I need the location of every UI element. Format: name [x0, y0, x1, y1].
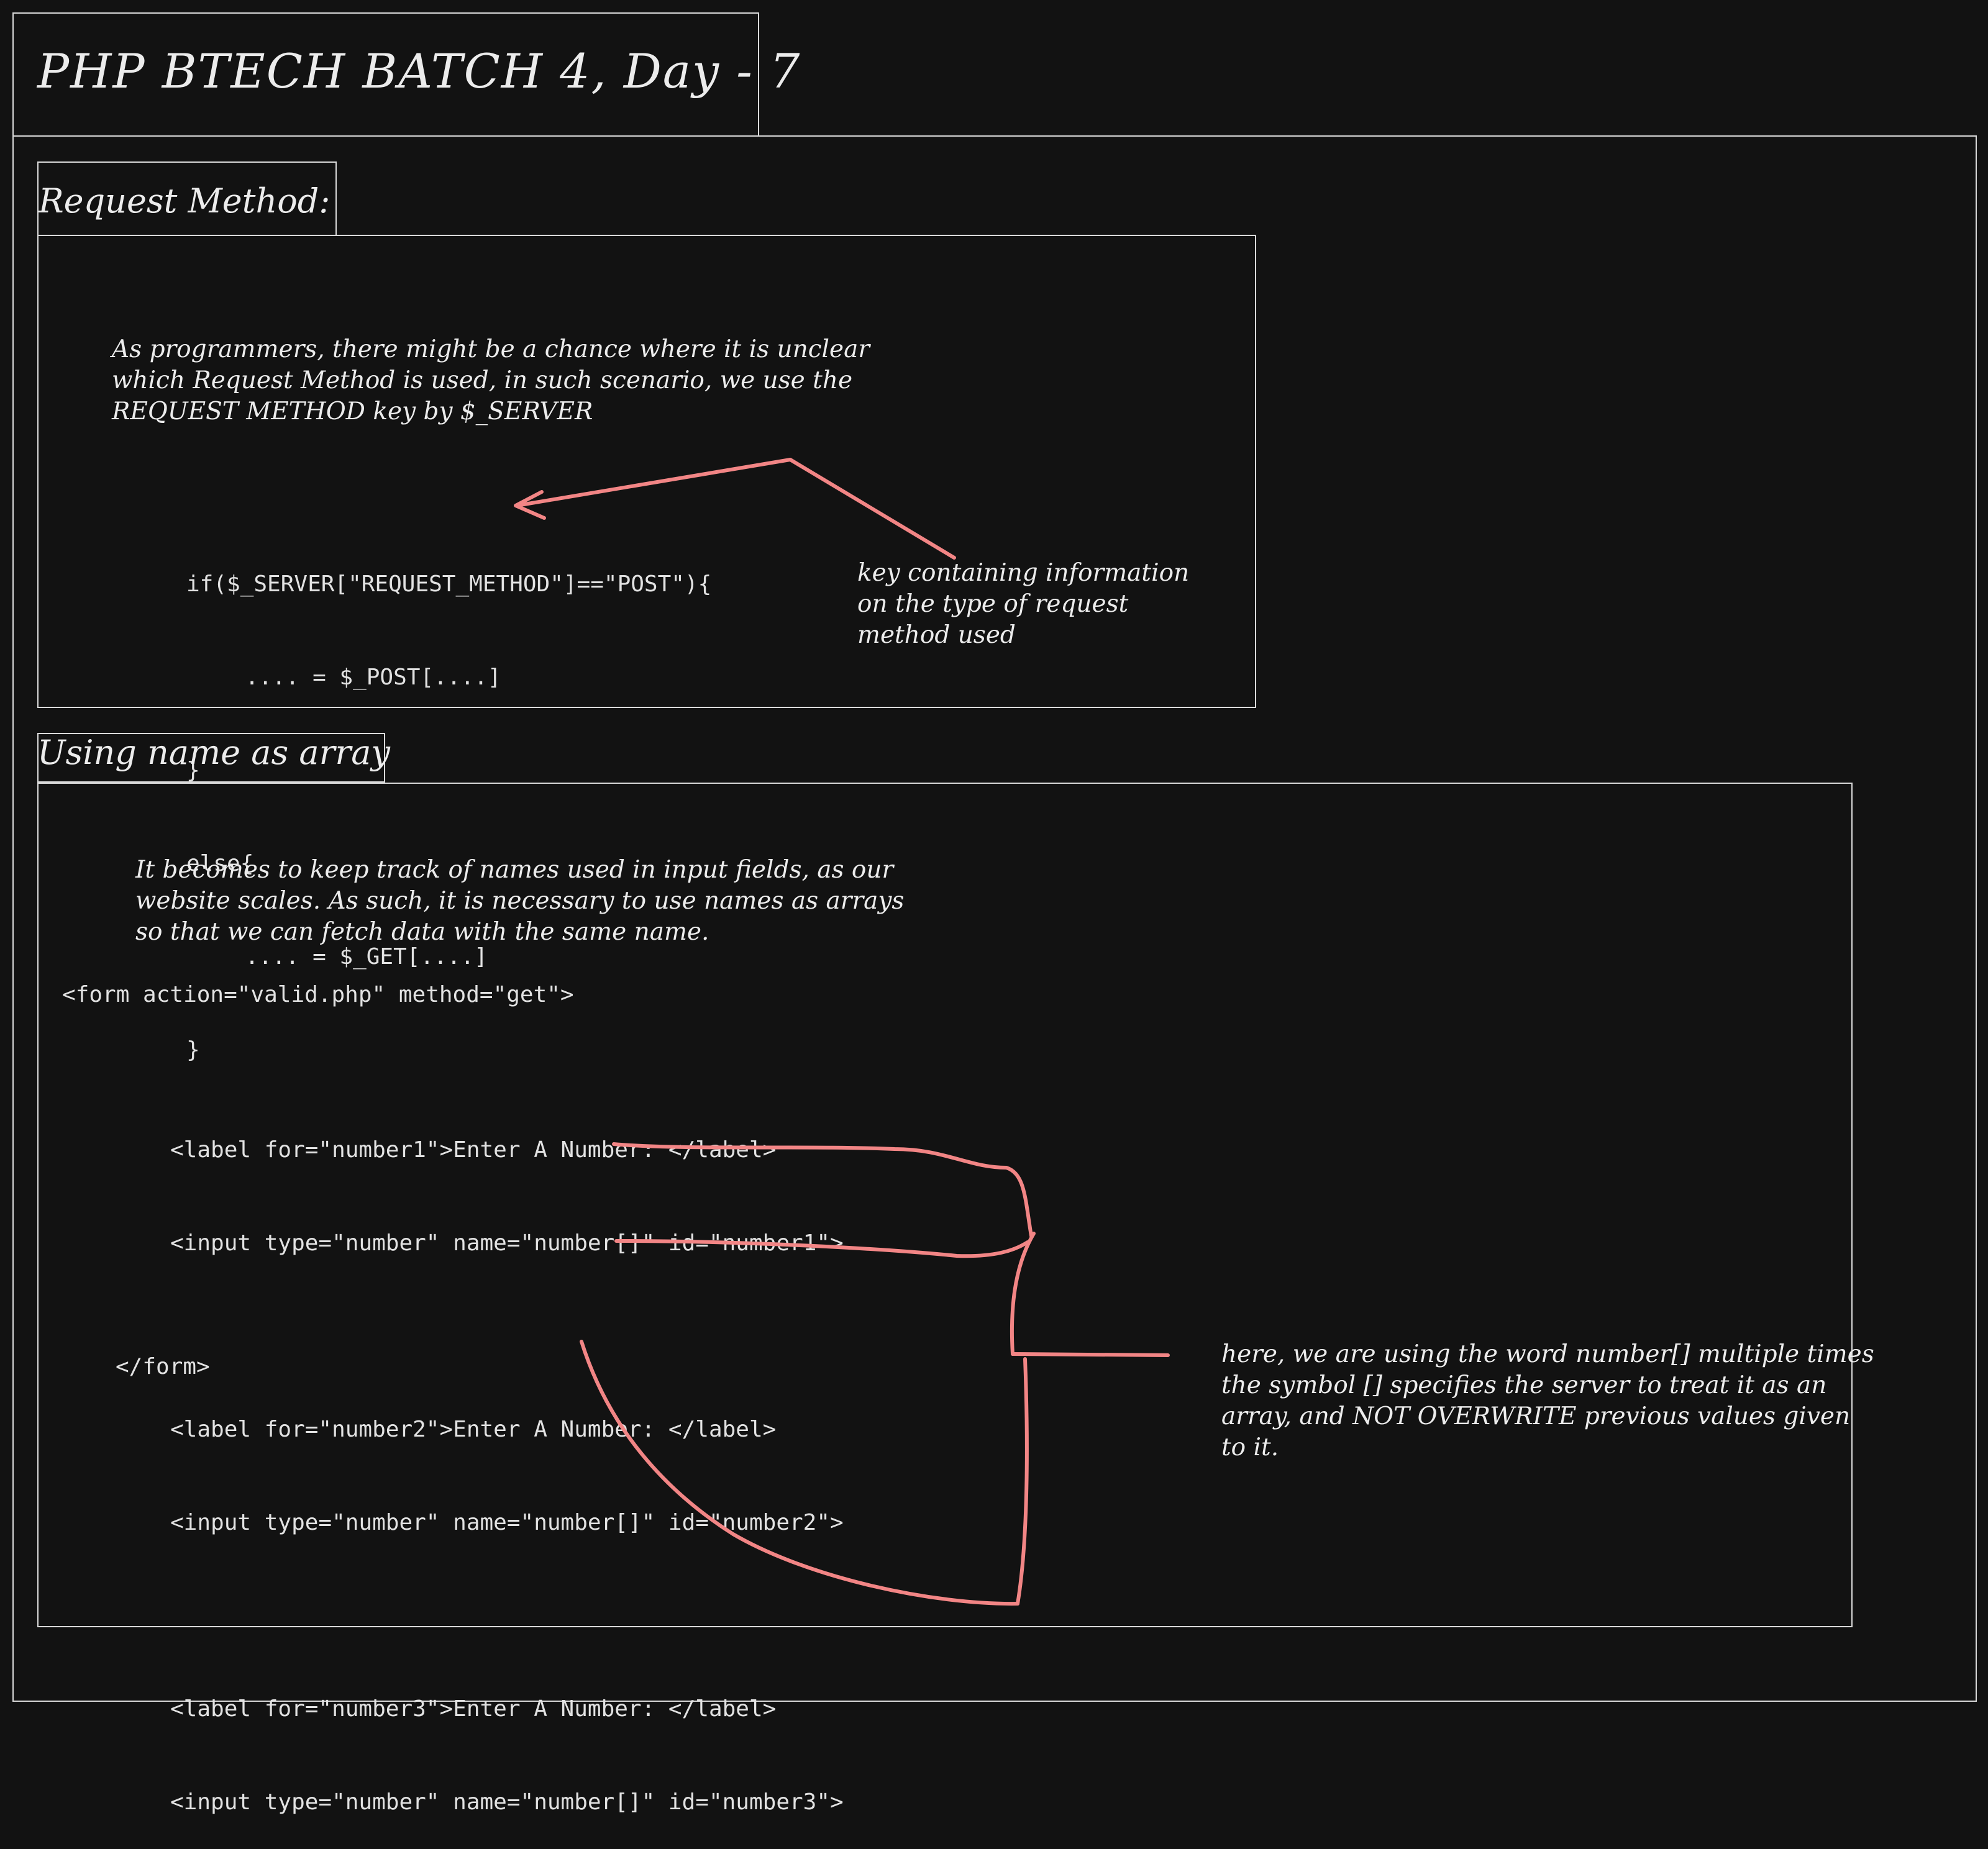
code-line: <label for="number1">Enter A Number: </l… — [170, 1137, 777, 1163]
code-line: <label for="number2">Enter A Number: </l… — [170, 1417, 777, 1442]
code-line: <input type="number" name="number[]" id=… — [170, 1789, 844, 1815]
text-line: on the type of request — [857, 590, 1129, 618]
text-line: the symbol [] specifies the server to tr… — [1221, 1371, 1827, 1399]
page-title: PHP BTECH BATCH 4, Day - 7 — [37, 43, 801, 99]
text-line: to it. — [1221, 1433, 1279, 1461]
code-spacer — [170, 1321, 844, 1352]
text-line: REQUEST METHOD key by $_SERVER — [112, 398, 593, 425]
form-fields-code: <label for="number1">Enter A Number: </l… — [170, 1073, 844, 1849]
text-line: which Request Method is used, in such sc… — [112, 366, 853, 394]
text-line: so that we can fetch data with the same … — [135, 918, 709, 946]
text-line: It becomes to keep track of names used i… — [135, 856, 894, 884]
code-line: if($_SERVER["REQUEST_METHOD"]=="POST"){ — [186, 571, 712, 597]
request-method-description: As programmers, there might be a chance … — [112, 334, 870, 427]
request-method-annotation: key containing information on the type o… — [857, 558, 1189, 651]
code-spacer — [170, 1601, 844, 1632]
text-line: method used — [857, 621, 1016, 649]
code-line: } — [186, 1037, 200, 1063]
name-array-heading: Using name as array — [37, 733, 390, 772]
text-line: here, we are using the word number[] mul… — [1221, 1340, 1874, 1368]
text-line: array, and NOT OVERWRITE previous values… — [1221, 1402, 1851, 1430]
text-line: website scales. As such, it is necessary… — [135, 887, 905, 915]
code-line: .... = $_POST[....] — [191, 665, 501, 690]
text-line: key containing information — [857, 559, 1190, 587]
name-array-description: It becomes to keep track of names used i… — [135, 855, 904, 948]
form-open-tag: <form action="valid.php" method="get"> — [62, 982, 574, 1007]
code-line: <input type="number" name="number[]" id=… — [170, 1510, 844, 1535]
name-array-annotation: here, we are using the word number[] mul… — [1221, 1339, 1874, 1463]
form-close-tag: </form> — [116, 1354, 210, 1379]
request-method-heading: Request Method: — [39, 181, 331, 220]
code-line: <label for="number3">Enter A Number: </l… — [170, 1696, 777, 1722]
text-line: As programmers, there might be a chance … — [112, 335, 870, 363]
code-line: <input type="number" name="number[]" id=… — [170, 1230, 844, 1256]
